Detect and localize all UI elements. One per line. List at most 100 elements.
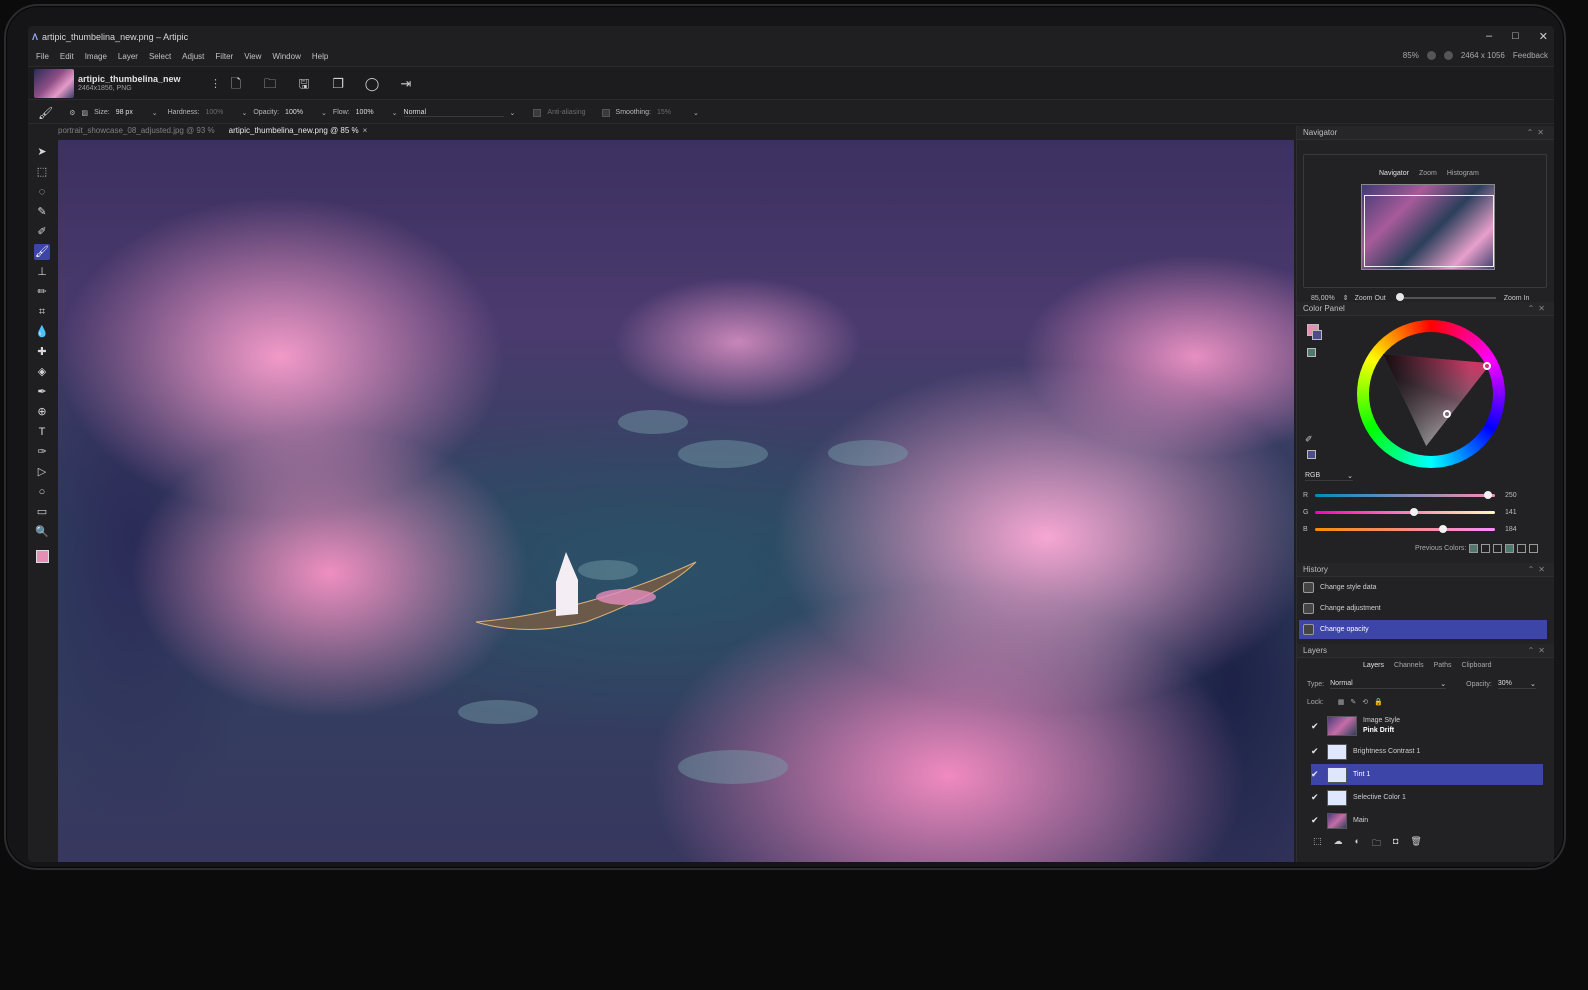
chevron-down-icon[interactable]: ⌄ — [693, 109, 699, 117]
tab-histogram[interactable]: Histogram — [1447, 170, 1479, 177]
chevron-down-icon[interactable]: ⌄ — [152, 109, 158, 117]
layer-item[interactable]: ✔ Main — [1311, 810, 1543, 831]
visibility-check-icon[interactable]: ✔ — [1311, 769, 1327, 780]
image-canvas[interactable] — [58, 140, 1294, 862]
stamp-tool-icon[interactable]: ⊥ — [34, 264, 50, 280]
opacity-select[interactable]: 100% — [285, 109, 315, 116]
menu-window[interactable]: Window — [272, 52, 300, 61]
previous-color-swatch[interactable] — [1469, 544, 1479, 553]
menu-image[interactable]: Image — [85, 52, 107, 61]
menu-view[interactable]: View — [244, 52, 261, 61]
red-slider-knob[interactable] — [1483, 490, 1492, 499]
zoom-value[interactable]: 85,00% — [1311, 295, 1335, 302]
green-value[interactable]: 141 — [1505, 509, 1517, 516]
flow-select[interactable]: 100% — [356, 109, 386, 116]
quick-select-tool-icon[interactable]: ✎ — [34, 204, 50, 220]
group-folder-icon[interactable]: 🗀 — [1372, 836, 1381, 852]
layer-type-select[interactable]: Normal ⌄ — [1330, 680, 1447, 689]
history-item[interactable]: Change style data — [1299, 578, 1547, 597]
tab-paths[interactable]: Paths — [1434, 662, 1452, 669]
lock-position-icon[interactable]: ⟲ — [1362, 698, 1368, 706]
eyedropper-icon[interactable]: ✐ — [1305, 434, 1313, 445]
layer-item-selected[interactable]: ✔ Tint 1 — [1311, 764, 1543, 785]
visibility-check-icon[interactable]: ✔ — [1311, 792, 1327, 803]
path-select-tool-icon[interactable]: ▷ — [34, 464, 50, 480]
blend-mode-select[interactable]: Normal — [403, 109, 504, 117]
background-color-swatch[interactable] — [1312, 330, 1322, 340]
panel-controls-icon[interactable]: ⌃✕ — [1528, 304, 1549, 313]
zoom-in-button[interactable]: Zoom In — [1504, 295, 1530, 302]
panel-controls-icon[interactable]: ⌃✕ — [1528, 565, 1549, 574]
blue-slider[interactable] — [1315, 524, 1495, 533]
brush-mode-icon[interactable]: ▨ — [82, 109, 89, 117]
blue-slider-knob[interactable] — [1439, 524, 1448, 533]
export-icon[interactable]: ⇥ — [398, 76, 414, 92]
feedback-link[interactable]: Feedback — [1513, 51, 1548, 60]
arrow-tool-icon[interactable]: ➤ — [34, 144, 50, 160]
zoom-out-icon[interactable] — [1443, 51, 1453, 60]
maximize-button[interactable]: □ — [1512, 30, 1519, 43]
new-layer-icon[interactable]: ◘ — [1393, 836, 1398, 852]
blur-tool-icon[interactable]: 💧 — [34, 324, 50, 340]
open-folder-icon[interactable]: 🗀 — [262, 76, 278, 92]
brush-settings-icon[interactable]: ⚙ — [69, 109, 75, 117]
close-tab-icon[interactable]: × — [363, 126, 368, 135]
hue-knob[interactable] — [1483, 362, 1491, 370]
previous-color-swatch[interactable] — [1493, 544, 1503, 553]
zoom-in-icon[interactable] — [1426, 51, 1436, 60]
chevron-down-icon[interactable]: ⌄ — [321, 109, 327, 117]
blue-value[interactable]: 184 — [1505, 526, 1517, 533]
chevron-down-icon[interactable]: ⌄ — [392, 109, 398, 117]
heal-tool-icon[interactable]: ✚ — [34, 344, 50, 360]
visibility-check-icon[interactable]: ✔ — [1311, 815, 1327, 826]
previous-color-swatch[interactable] — [1517, 544, 1527, 553]
mask-icon[interactable]: ⬚ — [1313, 836, 1322, 852]
previous-color-swatch[interactable] — [1505, 544, 1515, 553]
save-icon[interactable]: 🖫 — [296, 76, 312, 92]
document-thumbnail[interactable] — [34, 69, 74, 98]
new-file-icon[interactable]: 🗋 — [228, 76, 244, 92]
tab-portrait[interactable]: portrait_showcase_08_adjusted.jpg @ 93 % — [58, 126, 215, 140]
color-mode-select[interactable]: RGB ⌄ — [1305, 472, 1353, 481]
color-knob[interactable] — [1443, 410, 1451, 418]
navigator-preview[interactable] — [1361, 184, 1495, 270]
history-item[interactable]: Change adjustment — [1299, 599, 1547, 618]
chevron-down-icon[interactable]: ⌄ — [241, 109, 247, 117]
text-tool-icon[interactable]: T — [34, 424, 50, 440]
hardness-select[interactable]: 100% — [205, 109, 235, 116]
tab-thumbelina[interactable]: artipic_thumbelina_new.png @ 85 % × — [229, 126, 368, 140]
brush-tool-icon[interactable]: 🖌 — [34, 244, 50, 260]
layer-style-icon[interactable]: ☁ — [1334, 836, 1343, 852]
menu-help[interactable]: Help — [312, 52, 328, 61]
menu-select[interactable]: Select — [149, 52, 171, 61]
menu-file[interactable]: File — [36, 52, 49, 61]
tab-channels[interactable]: Channels — [1394, 662, 1424, 669]
zoom-out-button[interactable]: Zoom Out — [1355, 295, 1386, 302]
antialias-checkbox[interactable] — [533, 108, 542, 117]
red-value[interactable]: 250 — [1505, 492, 1517, 499]
menu-layer[interactable]: Layer — [118, 52, 138, 61]
smoothing-checkbox[interactable] — [601, 108, 610, 117]
lock-pixels-icon[interactable]: ▦ — [1338, 698, 1345, 706]
adjustment-icon[interactable]: ◐ — [1355, 836, 1360, 852]
magnifier-tool-icon[interactable]: 🔍 — [34, 524, 50, 540]
close-button[interactable]: ✕ — [1539, 30, 1548, 43]
shape-tool-icon[interactable]: ○ — [34, 484, 50, 500]
tab-navigator[interactable]: Navigator — [1379, 170, 1409, 177]
bucket-tool-icon[interactable]: ◈ — [34, 364, 50, 380]
navigator-viewport-frame[interactable] — [1364, 195, 1494, 267]
reset-color-swatch[interactable] — [1307, 348, 1316, 357]
green-slider[interactable] — [1315, 507, 1495, 516]
lasso-tool-icon[interactable]: ◌ — [34, 184, 50, 200]
more-icon[interactable]: ⋮ — [210, 77, 221, 90]
layer-item[interactable]: ✔ Brightness Contrast 1 — [1311, 741, 1543, 762]
eyedropper-tool-icon[interactable]: ✐ — [34, 224, 50, 240]
layer-opacity-select[interactable]: 30% ⌄ — [1497, 680, 1536, 689]
selected-swatch[interactable] — [1307, 450, 1316, 459]
zoom-tool-icon[interactable]: ⊕ — [34, 404, 50, 420]
zoom-slider-knob[interactable] — [1395, 293, 1404, 301]
green-slider-knob[interactable] — [1410, 507, 1419, 516]
chevron-down-icon[interactable]: ⌄ — [510, 109, 516, 117]
menu-filter[interactable]: Filter — [215, 52, 233, 61]
history-item-selected[interactable]: Change opacity — [1299, 620, 1547, 639]
